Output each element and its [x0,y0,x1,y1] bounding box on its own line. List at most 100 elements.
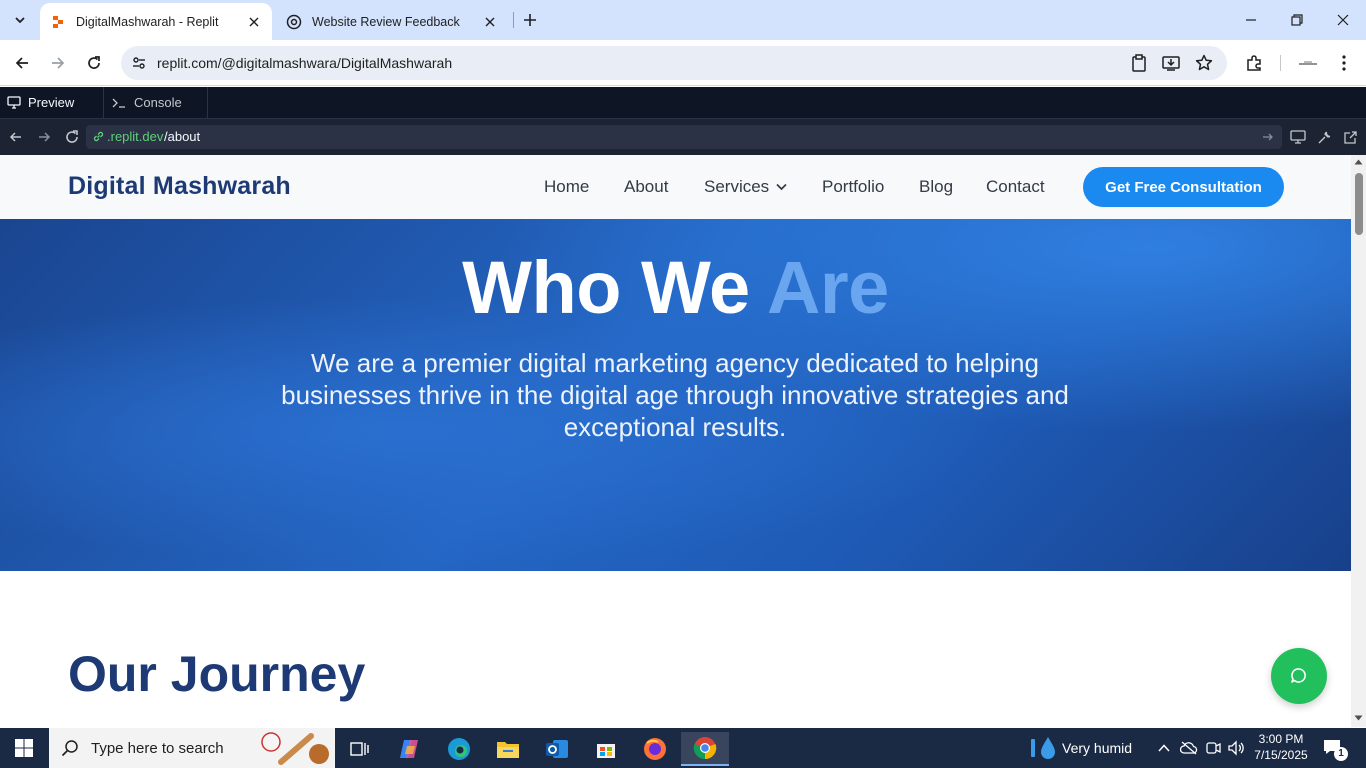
cloud-offline-icon [1180,741,1198,755]
onedrive-tray[interactable] [1179,738,1199,758]
outlook-app[interactable] [533,732,581,766]
task-view-icon [350,742,369,756]
preview-url-bar: .replit.dev /about [0,119,1366,155]
reload-button[interactable] [80,49,108,77]
get-free-consultation-button[interactable]: Get Free Consultation [1083,167,1284,207]
clipboard-icon[interactable] [1131,54,1147,72]
tab-preview[interactable]: Preview [0,87,104,118]
notification-center-button[interactable]: 1 [1322,738,1348,761]
toolbar-divider [1280,55,1281,71]
preview-reload-button[interactable] [63,128,81,146]
meet-now-tray[interactable] [1203,738,1223,758]
nav-home[interactable]: Home [544,177,589,197]
tab-search-button[interactable] [7,7,33,33]
file-explorer-app[interactable] [484,732,532,766]
devtools-button[interactable] [1315,128,1333,146]
chrome-icon [693,737,717,760]
open-new-tab-button[interactable] [1341,128,1359,146]
back-button[interactable] [8,49,36,77]
preview-forward-button[interactable] [35,128,53,146]
nav-portfolio[interactable]: Portfolio [822,177,884,197]
nav-about[interactable]: About [624,177,668,197]
scrollbar-thumb[interactable] [1355,173,1363,235]
chatgpt-favicon-icon [286,14,302,30]
browser-tab-strip: DigitalMashwarah - Replit Website Review… [0,0,1366,40]
clock-time: 3:00 PM [1258,732,1304,746]
forward-button[interactable] [44,49,72,77]
site-info-icon[interactable] [131,55,147,71]
weather-widget[interactable]: Very humid [1030,728,1132,768]
site-logo[interactable]: Digital Mashwarah [68,172,291,201]
minimize-icon [1246,19,1256,21]
camera-icon [1206,742,1221,754]
site-navbar: Digital Mashwarah Home About Services Po… [0,155,1351,219]
taskbar-search[interactable]: Type here to search [49,728,335,768]
close-tab-icon[interactable] [480,12,500,32]
arrow-right-icon [39,132,51,142]
microsoft-store-app[interactable] [582,732,630,766]
address-text: replit.com/@digitalmashwara/DigitalMashw… [157,55,453,71]
page-scrollbar[interactable] [1351,155,1366,727]
nav-services-label: Services [704,177,770,196]
scroll-up-icon[interactable] [1354,159,1363,165]
restore-icon [1291,14,1303,26]
bookmark-star-icon[interactable] [1195,54,1213,72]
profile-button[interactable] [1294,49,1322,77]
replit-favicon-icon [50,14,66,30]
address-bar[interactable]: replit.com/@digitalmashwara/DigitalMashw… [121,46,1227,80]
start-button[interactable] [0,728,48,768]
weather-text: Very humid [1062,740,1133,756]
search-icon [61,740,78,757]
tab-label: Preview [28,95,75,110]
edge-icon [448,738,470,760]
tab-divider [513,12,514,28]
humidity-drop-icon [1031,737,1055,759]
browser-menu-button[interactable] [1330,49,1358,77]
browser-tab-feedback[interactable]: Website Review Feedback [276,3,508,40]
task-view-button[interactable] [336,732,384,766]
new-tab-button[interactable] [518,8,542,32]
chrome-app[interactable] [681,732,729,766]
go-arrow-icon[interactable] [1262,131,1274,143]
preview-url-path: /about [164,129,201,144]
link-icon [92,130,105,143]
hero-section: Who We Are We are a premier digital mark… [0,219,1351,571]
browser-tab-replit[interactable]: DigitalMashwarah - Replit [40,3,272,40]
minimize-button[interactable] [1228,0,1274,40]
nav-blog[interactable]: Blog [919,177,953,197]
scroll-down-icon[interactable] [1354,715,1363,721]
edge-app[interactable] [435,732,483,766]
monitor-icon [1290,130,1306,144]
plus-icon [524,14,536,26]
tab-console[interactable]: Console [104,87,208,118]
hero-title: Who We Are [0,245,1351,330]
folder-icon [497,742,519,758]
firefox-app[interactable] [631,732,679,766]
website-viewport: Digital Mashwarah Home About Services Po… [0,155,1351,727]
chevron-up-icon [1158,744,1170,752]
firefox-icon [644,738,666,760]
chevron-down-icon [776,183,787,191]
preview-url-input[interactable]: .replit.dev /about [86,125,1282,149]
install-app-icon[interactable] [1162,54,1180,72]
chat-button[interactable] [1271,648,1327,704]
profile-avatar-icon [1299,61,1317,65]
copilot-icon [400,740,418,758]
restore-button[interactable] [1274,0,1320,40]
nav-contact[interactable]: Contact [986,177,1045,197]
outlook-icon [546,740,568,758]
browser-toolbar: replit.com/@digitalmashwara/DigitalMashw… [0,40,1366,86]
system-clock[interactable]: 3:00 PM 7/15/2025 [1252,731,1310,763]
baseball-search-highlight-icon [261,732,329,765]
close-tab-icon[interactable] [244,12,264,32]
nav-services[interactable]: Services [704,177,787,197]
device-view-button[interactable] [1289,128,1307,146]
close-window-button[interactable] [1320,0,1366,40]
copilot-app[interactable] [386,732,434,766]
wrench-icon [1318,131,1330,143]
volume-tray[interactable] [1226,738,1246,758]
preview-back-button[interactable] [7,128,25,146]
extensions-button[interactable] [1240,49,1268,77]
show-hidden-icons-button[interactable] [1154,738,1174,758]
reload-icon [88,56,100,69]
